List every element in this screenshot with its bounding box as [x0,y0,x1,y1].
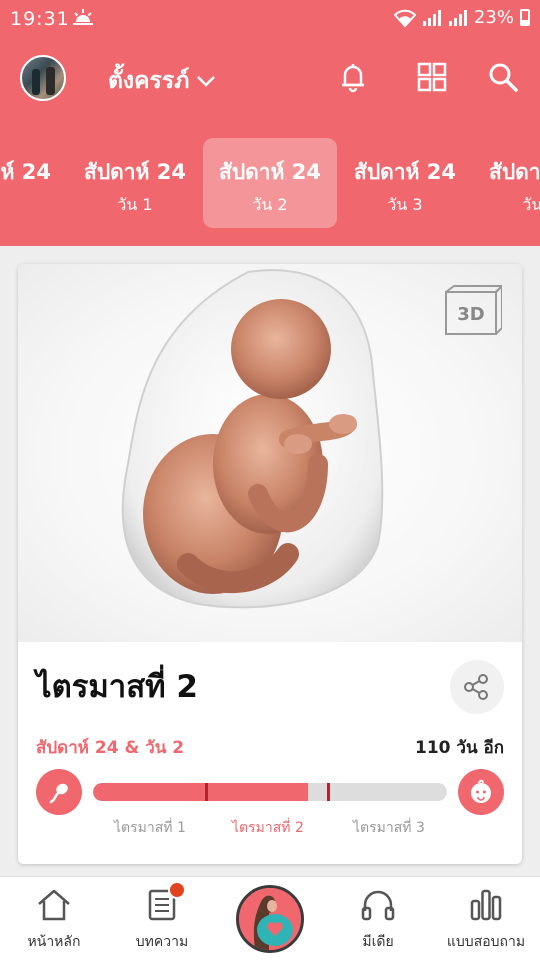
nav-home-label: หน้าหลัก [27,934,81,950]
nav-media[interactable]: มีเดีย [324,877,432,960]
trimester-label: ไตรมาสที่ 1 [114,820,186,836]
pregnancy-card: 3D ไตรมาสที่ 2 สัปดาห์ 24 & วัน 2 110 วั… [18,264,522,864]
sunrise-icon [73,9,93,25]
trimester-divider [205,783,208,801]
week-item[interactable]: สัปดาห์ 24 วัน 3 [338,138,472,228]
week-item[interactable]: สัปดาห์ 24 วัน 1 [68,138,202,228]
week-day: วัน 1 [117,195,153,214]
week-label: สัปดาห์ 24 [354,160,456,184]
conception-button[interactable] [36,769,82,815]
days-left: 110 วัน อีก [415,738,504,758]
week-item[interactable]: สัปดาห์ 24 [0,138,67,228]
nav-quiz[interactable]: แบบสอบถาม [432,877,540,960]
trimester-title: ไตรมาสที่ 2 [36,669,198,705]
3d-cube-icon[interactable]: 3D [440,284,502,344]
week-label: สัปดาห์ 24 [489,160,540,184]
battery-percent: 23% [473,7,514,28]
page-title: ตั้งครรภ์ [108,68,190,94]
share-button[interactable] [450,660,504,714]
bottom-nav: หน้าหลัก บทความ มีเดีย แบบสอบถาม [0,876,540,960]
grid-icon[interactable] [415,60,449,94]
week-day: วัน 3 [387,195,423,214]
wifi-icon [393,9,416,27]
nav-home[interactable]: หน้าหลัก [0,877,108,960]
signal-icon-2 [448,9,467,26]
status-time: 19:31 [10,8,70,30]
birth-button[interactable] [458,769,504,815]
week-selector[interactable]: สัปดาห์ 24 สัปดาห์ 24 วัน 1 สัปดาห์ 24 ว… [0,124,540,246]
bell-icon[interactable] [336,60,370,94]
app-header: ตั้งครรภ์ [0,38,540,124]
week-item[interactable]: สัปดาห์ 24 วัน 4 [473,138,540,228]
week-day: วัน 2 [252,195,288,214]
trimester-label: ไตรมาสที่ 3 [353,820,425,836]
3d-badge-text: 3D [457,304,484,325]
pregnant-woman-icon [239,888,301,950]
week-day: วัน 4 [522,195,540,214]
signal-icon [422,9,441,26]
avatar[interactable] [20,55,66,101]
week-label: สัปดาห์ 24 [0,160,51,184]
notification-dot [168,881,186,899]
week-label: สัปดาห์ 24 [219,160,321,184]
pregnancy-progress-bar [93,783,447,801]
progress-fill [93,783,308,801]
search-icon[interactable] [486,60,520,94]
trimester-label-current: ไตรมาสที่ 2 [232,820,304,836]
home-icon [38,889,70,921]
mode-selector[interactable]: ตั้งครรภ์ [108,63,217,99]
trimester-divider [327,783,330,801]
pregnancy-center-button[interactable] [236,885,304,953]
chevron-down-icon [197,76,216,87]
week-label: สัปดาห์ 24 [84,160,186,184]
baby-face-icon [471,779,491,803]
fetus-image[interactable]: 3D [18,264,522,642]
status-bar: 19:31 23% [0,0,540,38]
week-item-selected[interactable]: สัปดาห์ 24 วัน 2 [203,138,337,228]
battery-icon [520,9,530,26]
current-week-day: สัปดาห์ 24 & วัน 2 [36,738,185,758]
headphones-icon [361,890,395,921]
share-icon [464,674,488,700]
nav-articles[interactable]: บทความ [108,877,216,960]
nav-media-label: มีเดีย [362,934,394,950]
sperm-icon [49,783,68,804]
bar-chart-icon [470,889,502,921]
nav-quiz-label: แบบสอบถาม [446,934,526,950]
nav-articles-label: บทความ [135,934,189,950]
